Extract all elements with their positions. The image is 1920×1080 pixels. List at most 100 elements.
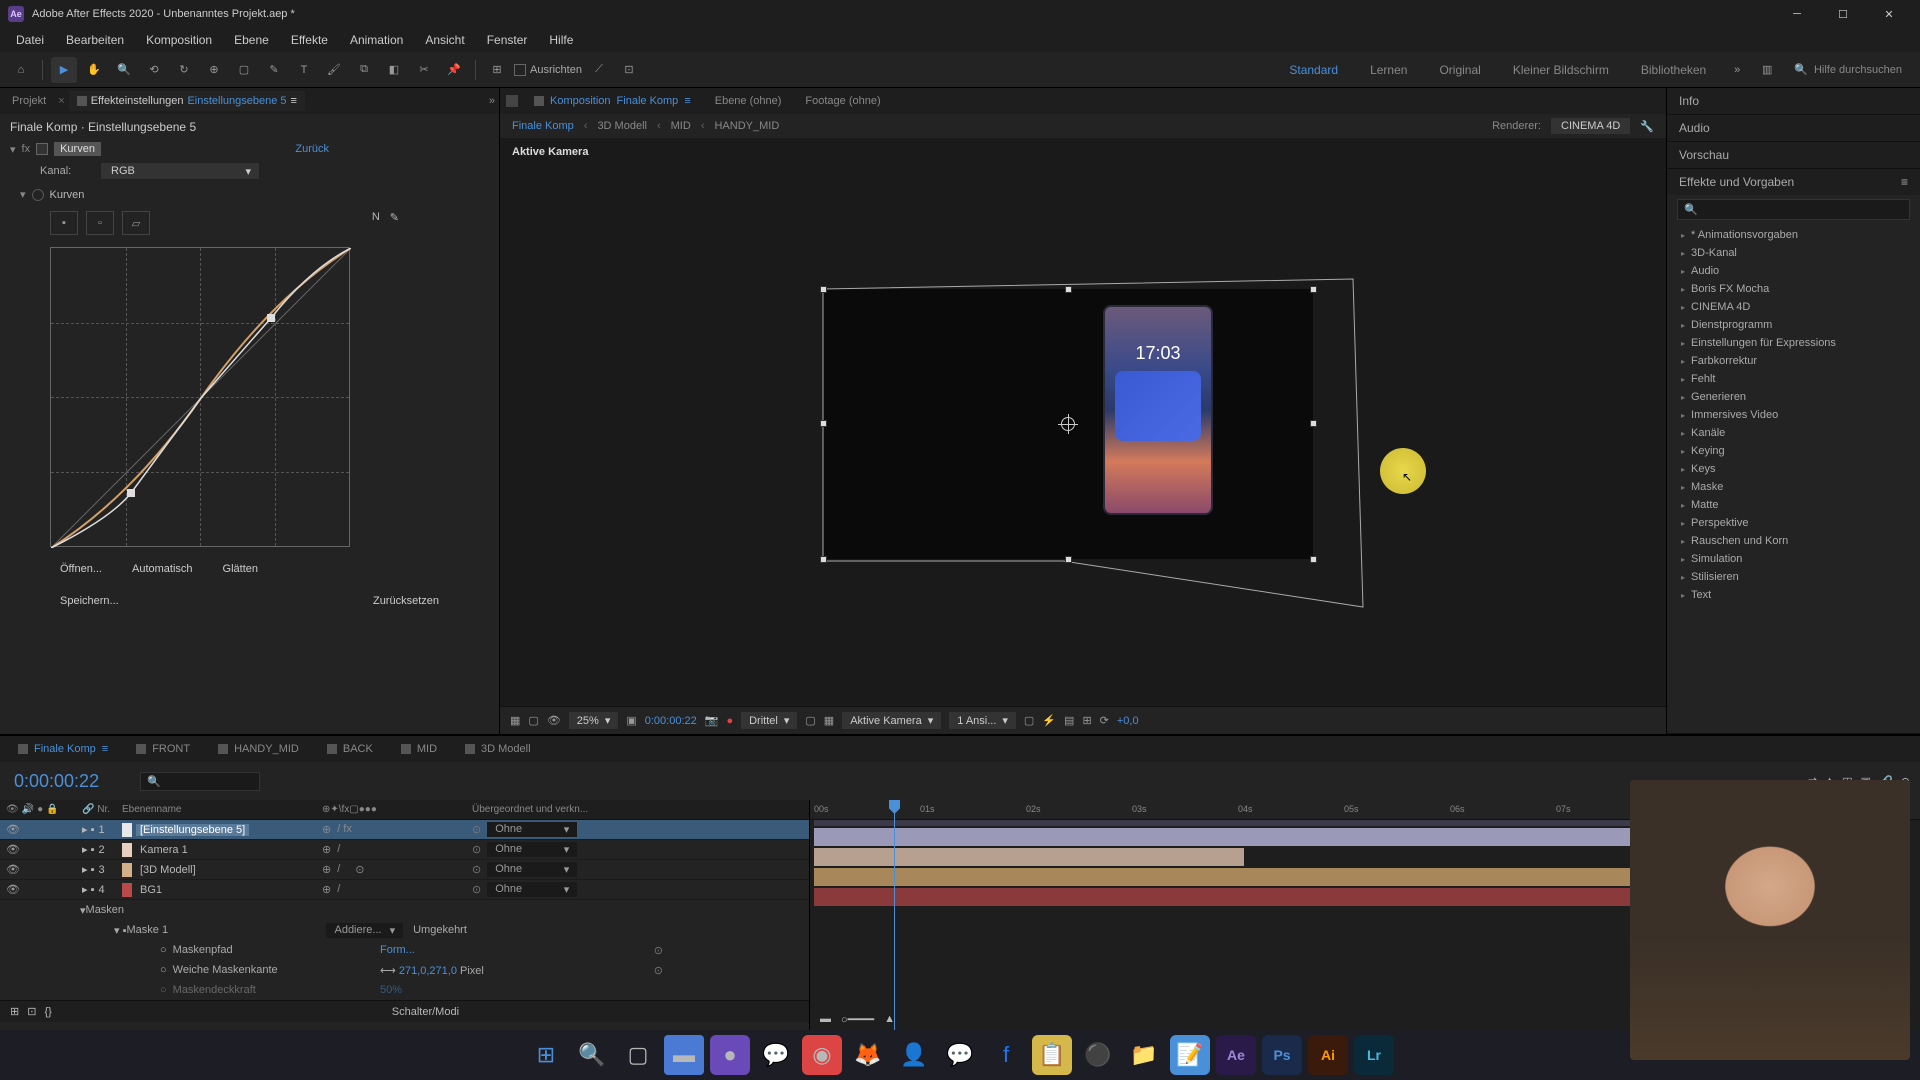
taskbar-app-2[interactable]: ◉ — [802, 1035, 842, 1075]
effects-presets-header[interactable]: Effekte und Vorgaben≡ — [1667, 169, 1920, 195]
workspace-overflow[interactable]: » — [1724, 57, 1750, 83]
taskbar-obs[interactable]: ⚫ — [1078, 1035, 1118, 1075]
taskbar-lr[interactable]: Lr — [1354, 1035, 1394, 1075]
menu-hilfe[interactable]: Hilfe — [539, 30, 583, 50]
effect-category[interactable]: Audio — [1667, 262, 1920, 280]
audio-panel-header[interactable]: Audio — [1667, 115, 1920, 141]
fast-preview-icon[interactable]: ⚡ — [1042, 714, 1056, 727]
effect-kurven[interactable]: Kurven — [54, 142, 101, 156]
taskbar-ae[interactable]: Ae — [1216, 1035, 1256, 1075]
effect-category[interactable]: Rauschen und Korn — [1667, 532, 1920, 550]
renderer-select[interactable]: CINEMA 4D — [1551, 118, 1630, 134]
tab-composition[interactable]: Komposition Finale Komp ≡ — [526, 91, 699, 111]
local-axis-icon[interactable]: ⊞ — [484, 57, 510, 83]
panel-overflow[interactable]: » — [489, 95, 495, 107]
rotate-tool[interactable]: ↻ — [171, 57, 197, 83]
workspace-lernen[interactable]: Lernen — [1356, 59, 1421, 81]
transparency-icon[interactable]: ▦ — [824, 714, 834, 727]
anchor-tool[interactable]: ⊕ — [201, 57, 227, 83]
resolution-select[interactable]: Drittel▾ — [741, 712, 797, 729]
curves-mode-bezier[interactable]: ▪ — [50, 211, 78, 235]
mask-path-prop[interactable]: ○ Maskenpfad Form... ⊙ — [0, 940, 809, 960]
tl-footer-icon-2[interactable]: ⊡ — [27, 1005, 36, 1018]
eraser-tool[interactable]: ◧ — [381, 57, 407, 83]
effect-category[interactable]: Boris FX Mocha — [1667, 280, 1920, 298]
mask-mode-select[interactable]: Addiere...▾ — [326, 923, 403, 938]
taskbar-ai[interactable]: Ai — [1308, 1035, 1348, 1075]
timeline-icon[interactable]: ▤ — [1064, 714, 1074, 727]
tl-tab-3d-modell[interactable]: 3D Modell — [453, 739, 543, 759]
camera-select[interactable]: Aktive Kamera▾ — [842, 712, 941, 729]
timeline-layer[interactable]: 👁 ▸ ▪ 4 BG1 ⊕/ ⊙Ohne▾ — [0, 880, 809, 900]
curves-auto-button[interactable]: Automatisch — [132, 563, 193, 575]
taskbar-whatsapp[interactable]: 💬 — [756, 1035, 796, 1075]
channel-icon[interactable]: ● — [726, 715, 733, 727]
bc-handy-mid[interactable]: HANDY_MID — [714, 120, 779, 132]
menu-bearbeiten[interactable]: Bearbeiten — [56, 30, 134, 50]
taskbar-folder[interactable]: 📁 — [1124, 1035, 1164, 1075]
channel-select[interactable]: RGB ▾ — [100, 162, 260, 180]
menu-komposition[interactable]: Komposition — [136, 30, 222, 50]
info-panel-header[interactable]: Info — [1667, 88, 1920, 114]
taskbar-notes[interactable]: 📋 — [1032, 1035, 1072, 1075]
pixel-aspect-icon[interactable]: ▢ — [1024, 714, 1034, 727]
exposure-value[interactable]: +0,0 — [1117, 715, 1139, 727]
composition-viewer[interactable]: Aktive Kamera 17:03 — [500, 138, 1666, 706]
start-button[interactable]: ⊞ — [526, 1035, 566, 1075]
effect-category[interactable]: CINEMA 4D — [1667, 298, 1920, 316]
close-button[interactable]: ✕ — [1866, 0, 1912, 28]
curves-save-button[interactable]: Speichern... — [60, 595, 119, 607]
taskbar-explorer[interactable]: ▬ — [664, 1035, 704, 1075]
stamp-tool[interactable]: ⧉ — [351, 57, 377, 83]
pen-tool[interactable]: ✎ — [261, 57, 287, 83]
snap-checkbox[interactable]: Ausrichten — [514, 64, 582, 76]
text-tool[interactable]: T — [291, 57, 317, 83]
taskbar-facebook[interactable]: f — [986, 1035, 1026, 1075]
workspace-standard[interactable]: Standard — [1275, 59, 1352, 81]
mask-section[interactable]: ▾ Masken — [0, 900, 809, 920]
flowchart-icon[interactable]: ⊞ — [1082, 714, 1091, 727]
current-time-indicator[interactable] — [894, 800, 895, 1030]
tab-layer[interactable]: Ebene (ohne) — [707, 91, 790, 111]
effect-category[interactable]: Immersives Video — [1667, 406, 1920, 424]
layer-bar-1[interactable] — [814, 828, 1644, 846]
bc-finale-komp[interactable]: Finale Komp — [512, 120, 574, 132]
tl-tab-finale-komp[interactable]: Finale Komp≡ — [6, 739, 120, 759]
tl-tab-mid[interactable]: MID — [389, 739, 449, 759]
effect-category[interactable]: * Animationsvorgaben — [1667, 226, 1920, 244]
effect-category[interactable]: Keying — [1667, 442, 1920, 460]
mask-opacity-prop[interactable]: ○ Maskendeckkraft 50% — [0, 980, 809, 1000]
roi-icon[interactable]: ▢ — [805, 714, 815, 727]
menu-fenster[interactable]: Fenster — [477, 30, 538, 50]
tab-project[interactable]: Projekt — [4, 91, 54, 111]
puppet-tool[interactable]: 📌 — [441, 57, 467, 83]
lock-icon[interactable] — [506, 95, 518, 107]
renderer-settings-icon[interactable]: 🔧 — [1640, 120, 1654, 133]
anchor-point-icon[interactable] — [1061, 417, 1075, 431]
tl-zoom-slider[interactable]: ○━━━━ — [841, 1013, 874, 1026]
workspace-bibliotheken[interactable]: Bibliotheken — [1627, 59, 1720, 81]
taskbar-search[interactable]: 🔍 — [572, 1035, 612, 1075]
views-select[interactable]: 1 Ansi...▾ — [949, 712, 1016, 729]
workspace-original[interactable]: Original — [1425, 59, 1494, 81]
mask-icon[interactable]: 👁 — [547, 714, 561, 727]
timeline-timecode[interactable]: 0:00:00:22 — [0, 771, 130, 792]
taskbar-notepad[interactable]: 📝 — [1170, 1035, 1210, 1075]
home-button[interactable]: ⌂ — [8, 57, 34, 83]
menu-animation[interactable]: Animation — [340, 30, 413, 50]
effect-category[interactable]: Fehlt — [1667, 370, 1920, 388]
tl-footer-icon-3[interactable]: {} — [44, 1006, 51, 1018]
brush-tool[interactable]: 🖌 — [321, 57, 347, 83]
effect-category[interactable]: Farbkorrektur — [1667, 352, 1920, 370]
bc-3d-modell[interactable]: 3D Modell — [597, 120, 647, 132]
zoom-select[interactable]: 25%▾ — [569, 712, 619, 729]
curves-reset-button[interactable]: Zurücksetzen — [373, 595, 439, 607]
workspace-split-icon[interactable]: ▥ — [1754, 57, 1780, 83]
layer-bar-3[interactable] — [814, 868, 1644, 886]
mask-feather-prop[interactable]: ○ Weiche Maskenkante ⟷ 271,0,271,0 Pixel… — [0, 960, 809, 980]
tl-footer-icon-1[interactable]: ⊞ — [10, 1005, 19, 1018]
timeline-search[interactable]: 🔍 — [140, 772, 260, 791]
taskbar-firefox[interactable]: 🦊 — [848, 1035, 888, 1075]
maximize-button[interactable]: ☐ — [1820, 0, 1866, 28]
tl-zoom-out[interactable]: ▬ — [820, 1013, 831, 1025]
